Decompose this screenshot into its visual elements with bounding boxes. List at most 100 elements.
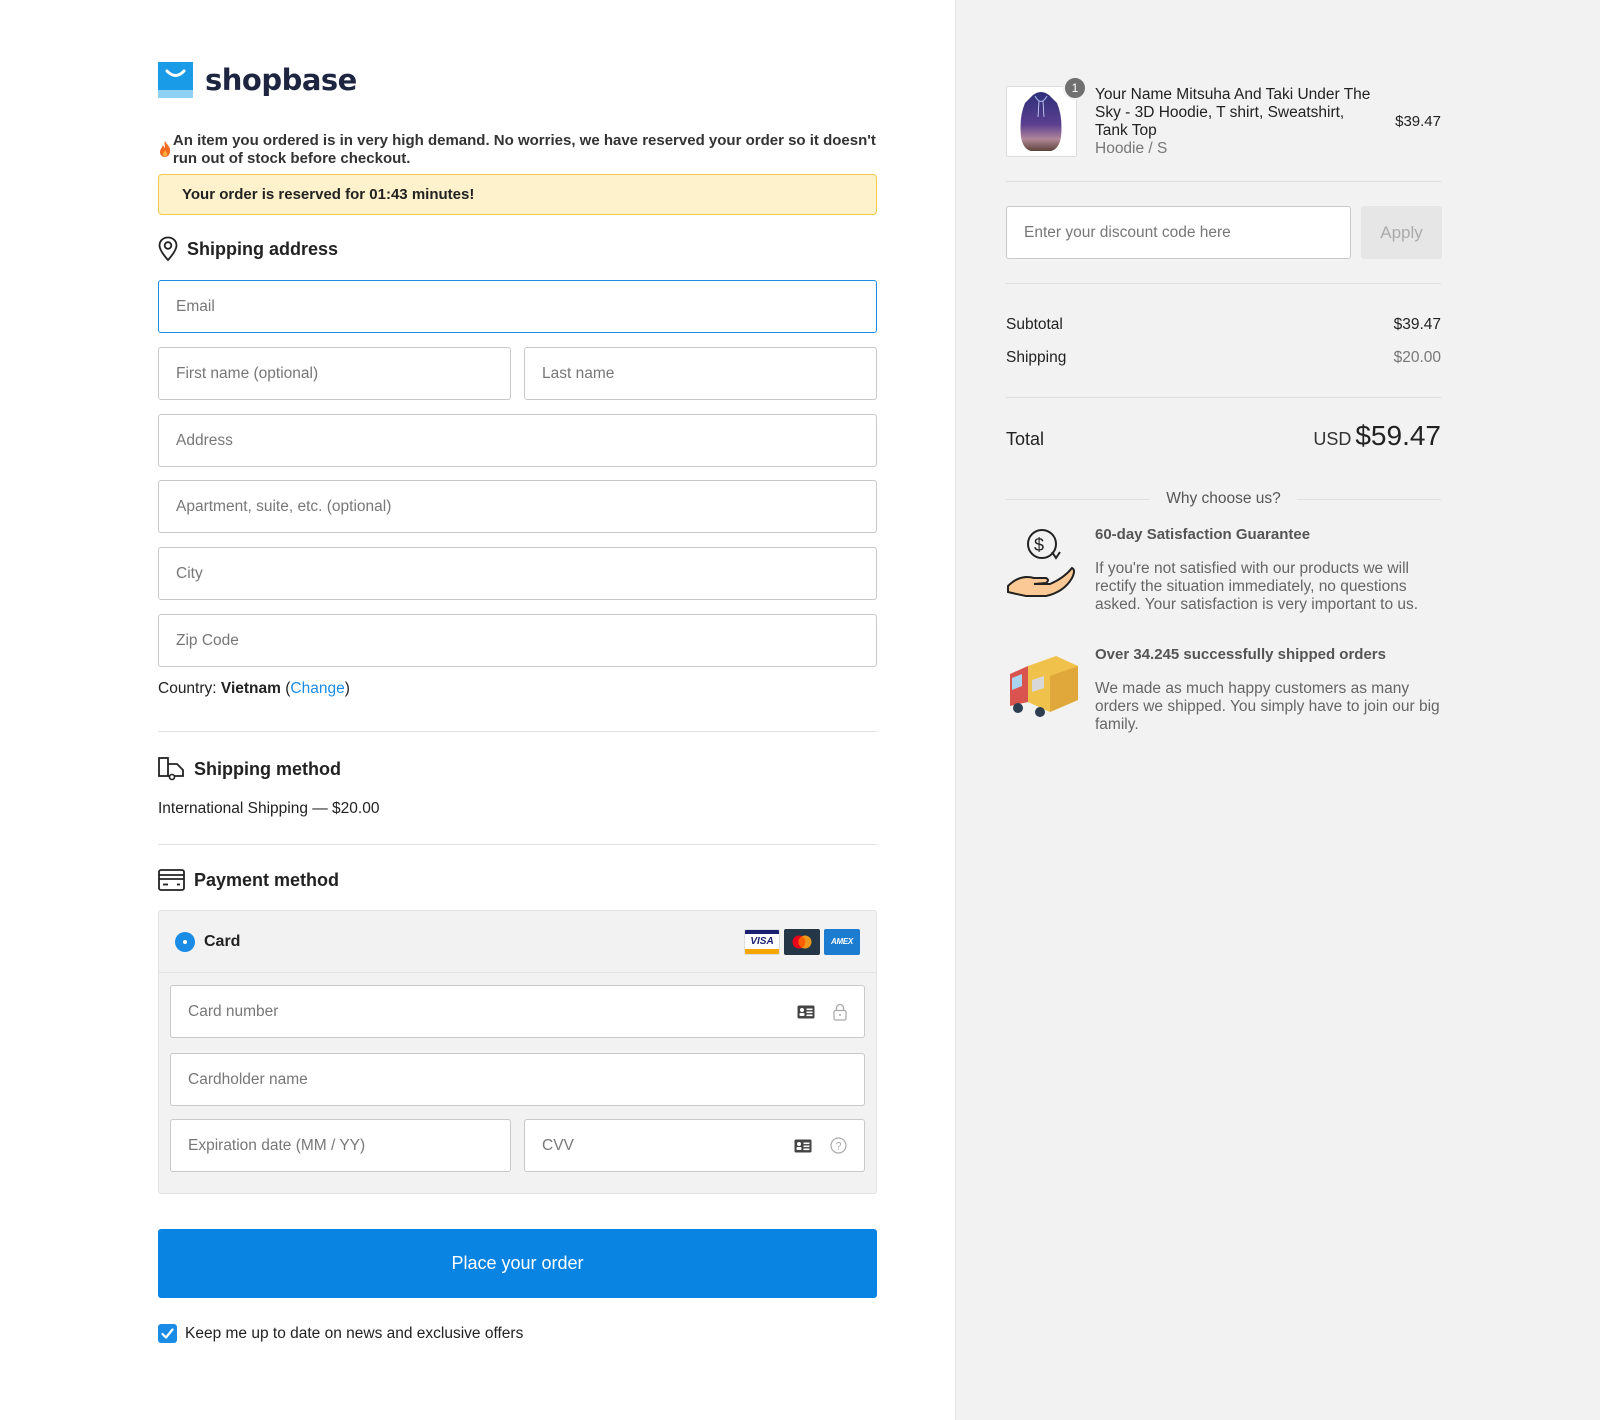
card-number-placeholder: Card number: [188, 1002, 279, 1020]
summary-divider: [1006, 181, 1441, 182]
item-info: Your Name Mitsuha And Taki Under The Sky…: [1095, 86, 1380, 158]
heading-rule: [1296, 498, 1441, 500]
zip-code-placeholder: Zip Code: [176, 631, 239, 649]
product-price: $39.47: [1395, 113, 1441, 130]
shipping-row: Shipping $20.00: [1006, 349, 1441, 367]
discount-placeholder: Enter your discount code here: [1024, 223, 1231, 241]
city-placeholder: City: [176, 564, 203, 582]
country-line: Country: Vietnam (Change): [158, 680, 350, 697]
mastercard-icon: [784, 928, 820, 955]
feature-description: We made as much happy customers as many …: [1095, 680, 1440, 733]
summary-divider: [1006, 283, 1441, 284]
apply-discount-button[interactable]: Apply: [1361, 206, 1442, 259]
newsletter-label: Keep me up to date on news and exclusive…: [185, 1324, 524, 1342]
checkmark-icon: [161, 1328, 174, 1339]
newsletter-checkbox[interactable]: [158, 1324, 177, 1343]
email-field[interactable]: Email: [158, 280, 877, 333]
apartment-field[interactable]: Apartment, suite, etc. (optional): [158, 480, 877, 533]
expiration-date-placeholder: Expiration date (MM / YY): [188, 1136, 366, 1154]
feature-description: If you're not satisfied with our product…: [1095, 560, 1419, 613]
checkout-form-panel: shopbase An item you ordered is in very …: [0, 0, 955, 1420]
cardholder-name-placeholder: Cardholder name: [188, 1070, 308, 1088]
cart-line-item: 1 Your Name Mitsuha And Taki Under The S…: [1006, 76, 1441, 158]
shopbase-logo[interactable]: shopbase: [158, 62, 357, 98]
delivery-truck-icon: [1010, 656, 1078, 717]
total-label: Total: [1006, 429, 1045, 449]
location-pin-icon: [158, 236, 178, 262]
shipping-method-title: Shipping method: [194, 758, 341, 779]
reservation-timer-banner: Your order is reserved for 01:43 minutes…: [158, 174, 877, 215]
zip-code-field[interactable]: Zip Code: [158, 614, 877, 667]
payment-method-title: Payment method: [194, 869, 340, 890]
feature-guarantee: $ 60-day Satisfaction Guarantee If you'r…: [1006, 526, 1441, 614]
visa-label: VISA: [750, 936, 774, 947]
shipping-address-heading: Shipping address: [158, 236, 338, 262]
svg-text:$: $: [1034, 535, 1044, 555]
amex-icon: AMEX: [824, 928, 860, 955]
newsletter-option[interactable]: Keep me up to date on news and exclusive…: [158, 1324, 523, 1343]
total-currency: USD: [1313, 429, 1352, 449]
discount-code-input[interactable]: Enter your discount code here: [1006, 206, 1351, 259]
apartment-placeholder: Apartment, suite, etc. (optional): [176, 497, 392, 515]
brand-name: shopbase: [205, 63, 357, 97]
svg-text:?: ?: [835, 1141, 841, 1153]
subtotal-value: $39.47: [1393, 316, 1441, 333]
subtotal-row: Subtotal $39.47: [1006, 316, 1441, 334]
card-number-field[interactable]: Card number: [170, 985, 865, 1038]
card-option-label: Card: [204, 932, 241, 950]
shipping-method-heading: Shipping method: [158, 757, 341, 781]
payment-method-heading: Payment method: [158, 869, 339, 891]
cvv-placeholder: CVV: [542, 1136, 574, 1154]
expiration-date-field[interactable]: Expiration date (MM / YY): [170, 1119, 511, 1172]
quantity-badge: 1: [1063, 76, 1087, 100]
high-demand-notice: An item you ordered is in very high dema…: [158, 132, 877, 168]
card-id-icon: [794, 1139, 812, 1152]
heading-rule: [1006, 498, 1151, 500]
why-choose-us-title: Why choose us?: [1166, 490, 1281, 507]
place-order-button[interactable]: Place your order: [158, 1229, 877, 1298]
first-name-placeholder: First name (optional): [176, 364, 319, 382]
section-divider: [158, 844, 877, 845]
amex-label: AMEX: [831, 937, 853, 946]
fire-icon: [158, 140, 173, 161]
card-payment-option[interactable]: Card VISA AMEX: [159, 911, 876, 973]
country-value: Vietnam: [220, 680, 281, 697]
subtotal-label: Subtotal: [1006, 316, 1063, 333]
first-name-field[interactable]: First name (optional): [158, 347, 511, 400]
feature-shipped-orders: Over 34.245 successfully shipped orders …: [1006, 646, 1441, 734]
address-field[interactable]: Address: [158, 414, 877, 467]
help-question-icon[interactable]: ?: [830, 1137, 847, 1154]
cardholder-name-field[interactable]: Cardholder name: [170, 1053, 865, 1106]
email-placeholder: Email: [176, 297, 215, 315]
last-name-placeholder: Last name: [542, 364, 615, 382]
address-placeholder: Address: [176, 431, 233, 449]
money-back-hand-icon: $: [1007, 529, 1075, 597]
shipping-box-icon: [158, 757, 184, 781]
feature-title: Over 34.245 successfully shipped orders: [1095, 646, 1386, 663]
product-variant: Hoodie / S: [1095, 140, 1168, 157]
change-country-link[interactable]: Change: [290, 680, 344, 697]
section-divider: [158, 731, 877, 732]
shipping-value: $20.00: [1393, 349, 1441, 366]
card-payment-box: Card VISA AMEX Card number Cardholder na…: [158, 910, 877, 1194]
city-field[interactable]: City: [158, 547, 877, 600]
demand-text: An item you ordered is in very high dema…: [172, 132, 876, 167]
why-choose-us-heading: Why choose us?: [1006, 490, 1441, 508]
reservation-text: Your order is reserved for 01:43 minutes…: [182, 186, 475, 203]
shopbase-logo-icon: [158, 62, 193, 98]
country-label: Country:: [158, 680, 217, 697]
shipping-label: Shipping: [1006, 349, 1067, 366]
visa-icon: VISA: [744, 928, 780, 955]
card-radio-button[interactable]: [175, 931, 195, 952]
selected-shipping-method: International Shipping — $20.00: [158, 800, 380, 817]
product-thumbnail: 1: [1006, 76, 1087, 157]
card-id-icon: [797, 1005, 815, 1018]
total-value: $59.47: [1355, 420, 1441, 451]
hoodie-image: [1020, 92, 1062, 151]
summary-divider: [1006, 397, 1441, 398]
lock-icon: [833, 1003, 847, 1021]
cvv-field[interactable]: CVV ?: [524, 1119, 865, 1172]
last-name-field[interactable]: Last name: [524, 347, 877, 400]
card-brand-list: VISA AMEX: [744, 928, 860, 955]
total-row: Total USD $59.47: [1006, 420, 1441, 452]
